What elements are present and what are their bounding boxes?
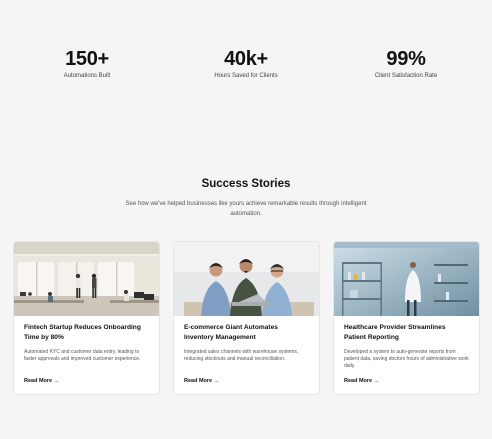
section-subtitle: See how we've helped businesses like you… [125, 201, 367, 217]
office-workspace-image [14, 242, 159, 316]
section-title: Success Stories [201, 178, 291, 190]
card-description: Developed a system to auto-generate repo… [344, 349, 469, 369]
stat-automations: 150+ Automations Built [17, 48, 157, 80]
case-study-card: Healthcare Provider Streamlines Patient … [333, 241, 480, 395]
team-laptop-image [174, 242, 319, 316]
card-title: E-commerce Giant Automates Inventory Man… [184, 324, 278, 341]
stat-hours-saved: 40k+ Hours Saved for Clients [176, 48, 316, 80]
card-description: Integrated sales channels with warehouse… [184, 349, 299, 362]
stats-row: 150+ Automations Built 40k+ Hours Saved … [0, 48, 492, 88]
stat-value: 40k+ [224, 48, 268, 70]
card-description: Automated KYC and customer data entry, l… [24, 349, 141, 362]
stat-value: 99% [386, 48, 426, 70]
read-more-link[interactable]: Read More → [184, 378, 219, 384]
card-title: Fintech Startup Reduces Onboarding Time … [24, 324, 141, 341]
case-study-card: Fintech Startup Reduces Onboarding Time … [13, 241, 160, 395]
case-study-card: E-commerce Giant Automates Inventory Man… [173, 241, 320, 395]
stat-label: Hours Saved for Clients [214, 73, 278, 79]
read-more-link[interactable]: Read More → [344, 378, 379, 384]
stat-value: 150+ [65, 48, 109, 70]
card-title: Healthcare Provider Streamlines Patient … [344, 324, 446, 341]
laboratory-scientist-image [334, 242, 479, 316]
read-more-link[interactable]: Read More → [24, 378, 59, 384]
stat-label: Automations Built [63, 73, 111, 79]
stat-label: Client Satisfaction Rate [374, 73, 438, 79]
stat-satisfaction: 99% Client Satisfaction Rate [336, 48, 476, 80]
